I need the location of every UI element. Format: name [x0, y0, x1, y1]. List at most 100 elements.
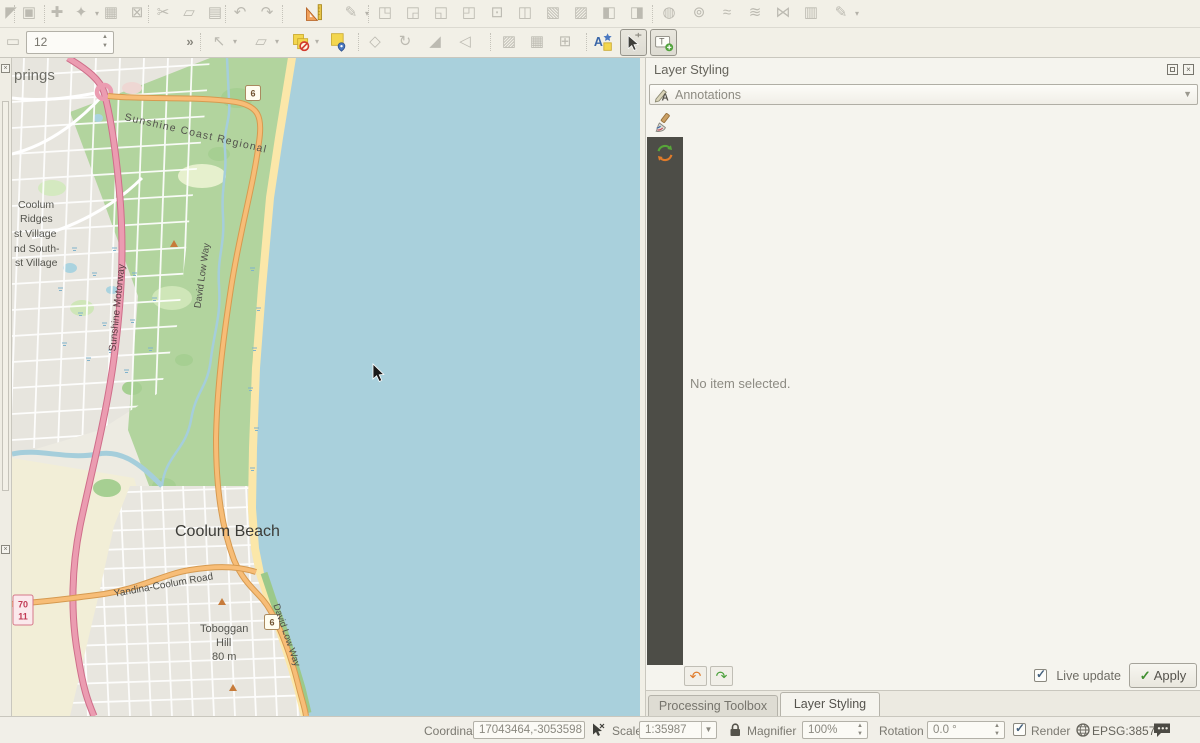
symbology-tab[interactable] — [653, 112, 677, 136]
create-text-annotation-button[interactable]: T — [650, 29, 677, 56]
toolbar-separator — [652, 5, 653, 23]
cut-features-icon[interactable]: ✂ — [152, 2, 174, 24]
trace-icon-dropdown[interactable]: ▾ — [852, 9, 862, 18]
svg-text:T: T — [659, 37, 665, 47]
globe-icon[interactable] — [1075, 722, 1091, 738]
close-icon[interactable]: × — [1, 545, 10, 554]
diagram-icon-3[interactable]: ⊞ — [554, 31, 576, 53]
annotation-style-icon-dropdown[interactable]: ▾ — [362, 9, 372, 18]
map-label: Coolum — [18, 199, 54, 211]
attribute-table-icon[interactable]: ▦ — [100, 2, 122, 24]
modify-annotations-button[interactable] — [620, 29, 647, 56]
merge-features-icon[interactable]: ≋ — [744, 2, 766, 24]
svg-text:11: 11 — [18, 612, 28, 622]
map-label: st Village — [15, 257, 58, 269]
crs-label[interactable]: EPSG:3857 — [1092, 724, 1155, 738]
digitize-icon-6[interactable]: ◫ — [514, 2, 536, 24]
undock-icon[interactable] — [1167, 64, 1178, 75]
coordinate-input[interactable]: 17043464,-3053598 — [473, 721, 585, 739]
map-canvas[interactable]: 667011 pringsSunshine Coast RegionalCool… — [12, 58, 640, 716]
digitize-icon-10[interactable]: ◨ — [626, 2, 648, 24]
lock-scale-icon[interactable] — [727, 722, 743, 738]
redo-icon[interactable]: ↷ — [256, 2, 278, 24]
copy-style-icon[interactable]: ▱ — [250, 31, 272, 53]
paste-features-icon[interactable]: ▤ — [204, 2, 226, 24]
live-update-checkbox[interactable]: ✓ — [1034, 669, 1047, 682]
trace-icon[interactable]: ✎ — [830, 2, 852, 24]
digitize-icon-4[interactable]: ◰ — [458, 2, 480, 24]
redo-button[interactable]: ↷ — [710, 666, 733, 686]
current-edits-icon[interactable]: ▭ — [2, 31, 24, 53]
mouse-position-icon[interactable] — [590, 722, 606, 738]
collapsed-left-panel: × × — [0, 58, 12, 716]
diagram-icon-1[interactable]: ▨ — [498, 31, 520, 53]
save-icon[interactable]: ▣ — [18, 2, 40, 24]
annotation-style-icon[interactable]: ✎ — [340, 2, 362, 24]
change-label-icon[interactable]: ◁ — [454, 31, 476, 53]
scale-combo[interactable]: 1:35987 ▼ — [639, 721, 717, 739]
avoid-overlap-icon[interactable] — [290, 31, 312, 53]
map-water — [256, 58, 640, 716]
copy-style-icon-dropdown[interactable]: ▾ — [272, 37, 282, 46]
map-svg[interactable]: 667011 pringsSunshine Coast RegionalCool… — [12, 58, 640, 716]
rotation-label: Rotation — [879, 724, 924, 738]
dock-tab-processing-toolbox[interactable]: Processing Toolbox — [648, 695, 778, 717]
diagram-icon-2[interactable]: ▦ — [526, 31, 548, 53]
dock-tab-layer-styling[interactable]: Layer Styling — [780, 692, 880, 717]
close-icon[interactable]: × — [1183, 64, 1194, 75]
digitize-icon-7[interactable]: ▧ — [542, 2, 564, 24]
apply-button[interactable]: ✓Apply — [1129, 663, 1197, 688]
map-label: prings — [14, 67, 55, 84]
select-annotation-icon[interactable]: ↖ — [208, 31, 230, 53]
font-size-spinbox[interactable]: 12 ▲▼ — [26, 31, 114, 54]
reshape-icon[interactable]: ⋈ — [772, 2, 794, 24]
magnifier-spinbox[interactable]: 100% ▲▼ — [802, 721, 868, 739]
select-annotation-icon-dropdown[interactable]: ▾ — [230, 37, 240, 46]
digitize-icon-3[interactable]: ◱ — [430, 2, 452, 24]
toolbar-overflow-chevron[interactable]: » — [182, 31, 198, 53]
rotation-spinbox[interactable]: 0.0 ° ▲▼ — [927, 721, 1005, 739]
new-annotation-layer-icon[interactable] — [303, 2, 325, 24]
resize-label-icon[interactable]: ◢ — [424, 31, 446, 53]
live-update-control[interactable]: ✓ Live update — [1034, 669, 1121, 685]
layer-styling-panel: Layer Styling × A Annotations ▼ No item … — [645, 58, 1200, 716]
avoid-overlap-icon-dropdown[interactable]: ▾ — [312, 37, 322, 46]
digitize-icon-8[interactable]: ▨ — [570, 2, 592, 24]
add-feature-icon[interactable]: ✚ — [46, 2, 68, 24]
spinbox-arrows[interactable]: ▲▼ — [992, 722, 1002, 738]
rotate-label-icon[interactable]: ↻ — [394, 31, 416, 53]
qgis-window: ◤▣✚✦▾▦⊠✂▱▤↶↷✎▾◳◲◱◰⊡◫▧▨◧◨◍⊚≈≋⋈▥✎▾ 12 ▲▼ »… — [0, 0, 1200, 743]
toolbar-main: ◤▣✚✦▾▦⊠✂▱▤↶↷✎▾◳◲◱◰⊡◫▧▨◧◨◍⊚≈≋⋈▥✎▾ — [0, 0, 1200, 28]
undo-button[interactable]: ↶ — [684, 666, 707, 686]
digitize-icon-1[interactable]: ◳ — [374, 2, 396, 24]
spinbox-arrows[interactable]: ▲▼ — [99, 33, 111, 52]
measure-icon[interactable]: ⊚ — [688, 2, 710, 24]
status-bar: Coordinate 17043464,-3053598 Scale 1:359… — [0, 716, 1200, 743]
svg-text:A: A — [594, 35, 603, 49]
toolbar-separator — [282, 5, 283, 23]
history-tab[interactable] — [654, 142, 676, 164]
undo-icon[interactable]: ↶ — [229, 2, 251, 24]
move-label-icon[interactable]: ◇ — [364, 31, 386, 53]
chevron-down-icon[interactable]: ▼ — [701, 722, 715, 738]
map-tools-icon[interactable]: ✦ — [70, 2, 92, 24]
vertex-tool-icon[interactable]: ◍ — [658, 2, 680, 24]
split-features-icon[interactable]: ≈ — [716, 2, 738, 24]
digitize-icon-2[interactable]: ◲ — [402, 2, 424, 24]
digitize-icon-9[interactable]: ◧ — [598, 2, 620, 24]
render-checkbox[interactable]: ✓ — [1013, 723, 1026, 739]
text-annotation-icon[interactable]: A — [592, 31, 614, 53]
pin-labels-icon[interactable] — [328, 31, 350, 53]
spinbox-arrows[interactable]: ▲▼ — [855, 722, 865, 738]
offset-curve-icon[interactable]: ▥ — [800, 2, 822, 24]
messages-icon[interactable] — [1152, 722, 1172, 738]
close-icon[interactable]: × — [1, 64, 10, 73]
map-label: Coolum Beach — [175, 523, 280, 540]
copy-features-icon[interactable]: ▱ — [178, 2, 200, 24]
delete-selected-icon[interactable]: ⊠ — [126, 2, 148, 24]
main-area: × × — [0, 58, 1200, 716]
svg-text:70: 70 — [18, 600, 28, 610]
digitize-icon-5[interactable]: ⊡ — [486, 2, 508, 24]
svg-text:6: 6 — [269, 618, 274, 628]
layer-select-combo[interactable]: A Annotations ▼ — [649, 84, 1198, 105]
